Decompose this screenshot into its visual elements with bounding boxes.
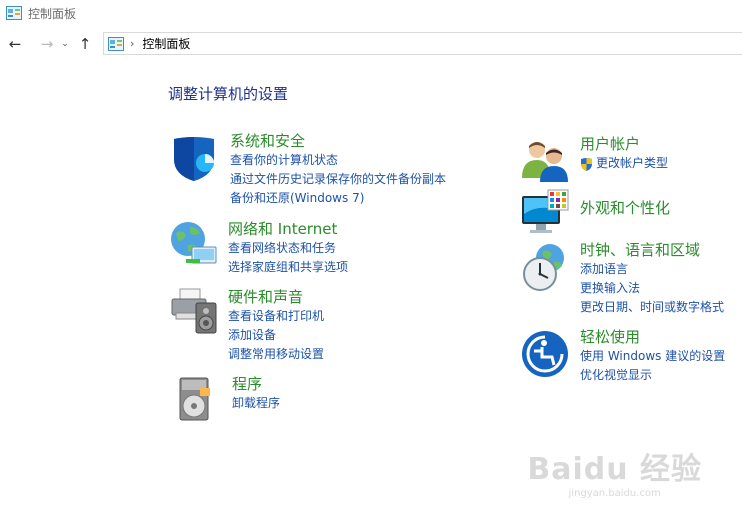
title-bar: 控制面板 [0,0,742,26]
category-ease-of-access: 轻松使用 使用 Windows 建议的设置 优化视觉显示 [520,327,725,385]
category-title-hardware-sound[interactable]: 硬件和声音 [228,287,324,307]
category-programs: 程序 卸载程序 [172,374,280,426]
category-title-network-internet[interactable]: 网络和 Internet [228,219,348,239]
breadcrumb-separator-icon[interactable]: › [130,37,134,50]
link-add-language[interactable]: 添加语言 [580,260,724,279]
control-panel-icon [108,36,124,51]
category-appearance: 外观和个性化 [520,188,670,238]
link-add-device[interactable]: 添加设备 [228,326,324,345]
link-change-account-type[interactable]: 更改帐户类型 [580,154,668,173]
link-file-history-backup[interactable]: 通过文件历史记录保存你的文件备份副本 [230,170,446,189]
link-change-account-type-label[interactable]: 更改帐户类型 [596,154,668,173]
category-title-user-accounts[interactable]: 用户帐户 [580,134,668,154]
category-system-security: 系统和安全 查看你的计算机状态 通过文件历史记录保存你的文件备份副本 备份和还原… [170,131,446,209]
programs-disc-icon[interactable] [172,376,222,426]
category-clock-language-region: 时钟、语言和区域 添加语言 更换输入法 更改日期、时间或数字格式 [520,240,724,318]
window-title: 控制面板 [28,6,77,21]
navigation-bar: ← → ⌄ ↑ › 控制面板 [0,30,742,58]
category-user-accounts: 用户帐户 更改帐户类型 [520,134,668,186]
page-heading: 调整计算机的设置 [168,85,289,103]
category-hardware-sound: 硬件和声音 查看设备和打印机 添加设备 调整常用移动设置 [168,287,324,365]
link-optimize-visual-display[interactable]: 优化视觉显示 [580,366,725,385]
uac-shield-icon [581,157,592,171]
category-title-system-security[interactable]: 系统和安全 [230,131,446,151]
category-title-programs[interactable]: 程序 [232,374,280,394]
forward-arrow-icon[interactable]: → [37,34,57,54]
category-title-ease-of-access[interactable]: 轻松使用 [580,327,725,347]
control-panel-icon [6,6,22,20]
globe-network-icon[interactable] [168,219,218,269]
link-homegroup-sharing[interactable]: 选择家庭组和共享选项 [228,258,348,277]
link-mobility-settings[interactable]: 调整常用移动设置 [228,345,324,364]
breadcrumb-control-panel[interactable]: 控制面板 [142,35,190,52]
address-bar[interactable]: › 控制面板 [103,32,742,55]
back-arrow-icon[interactable]: ← [5,34,25,54]
accessibility-icon[interactable] [520,329,570,379]
category-title-appearance[interactable]: 外观和个性化 [580,198,670,218]
shield-icon[interactable] [170,133,220,183]
category-network-internet: 网络和 Internet 查看网络状态和任务 选择家庭组和共享选项 [168,219,348,277]
clock-globe-icon[interactable] [520,242,570,292]
monitor-palette-icon[interactable] [520,188,570,238]
recent-locations-chevron-icon[interactable]: ⌄ [59,34,71,54]
category-title-clock-language-region[interactable]: 时钟、语言和区域 [580,240,724,260]
printer-speaker-icon[interactable] [168,287,218,337]
link-change-date-time-format[interactable]: 更改日期、时间或数字格式 [580,298,724,317]
link-change-input-method[interactable]: 更换输入法 [580,279,724,298]
link-backup-restore[interactable]: 备份和还原(Windows 7) [230,189,446,208]
up-arrow-icon[interactable]: ↑ [75,34,95,54]
link-devices-printers[interactable]: 查看设备和打印机 [228,307,324,326]
link-use-recommended-settings[interactable]: 使用 Windows 建议的设置 [580,347,725,366]
users-icon[interactable] [520,136,570,186]
baidu-watermark: Baidu 经验 jingyan.baidu.com [527,444,702,499]
watermark-url: jingyan.baidu.com [568,488,661,499]
link-view-computer-status[interactable]: 查看你的计算机状态 [230,151,446,170]
watermark-logo: Baidu 经验 [527,452,702,487]
link-network-status[interactable]: 查看网络状态和任务 [228,239,348,258]
link-uninstall-program[interactable]: 卸载程序 [232,394,280,413]
